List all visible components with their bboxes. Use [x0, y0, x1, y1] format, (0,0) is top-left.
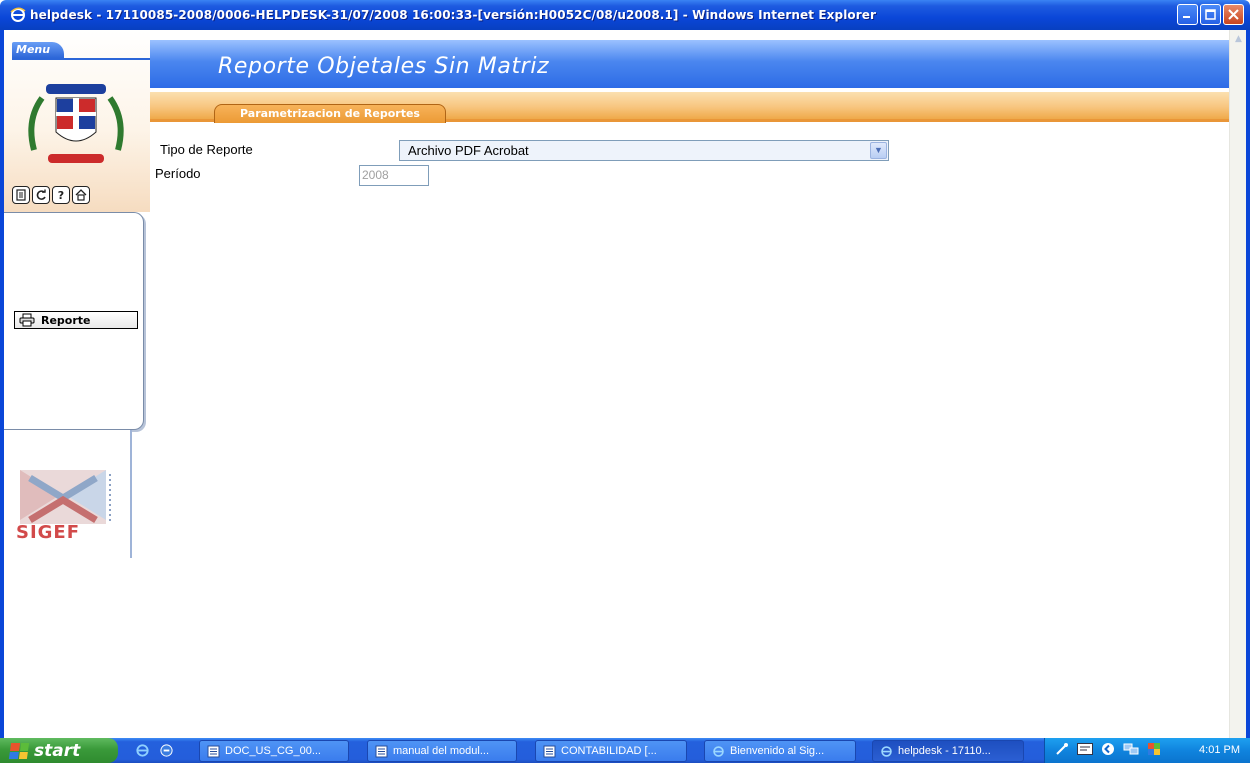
- browser-quicklaunch-icon[interactable]: [158, 742, 174, 758]
- start-label: start: [34, 740, 81, 761]
- ie-icon: [879, 744, 893, 758]
- menu-items-panel: Reporte: [4, 212, 144, 430]
- close-window-button[interactable]: [1223, 4, 1244, 25]
- maximize-button[interactable]: [1200, 4, 1221, 25]
- scroll-up-icon[interactable]: ▲: [1230, 30, 1247, 47]
- periodo-label: Período: [155, 166, 201, 181]
- security-tray-icon[interactable]: [1147, 742, 1161, 759]
- internet-explorer-icon: [10, 7, 26, 23]
- refresh-icon[interactable]: [32, 186, 50, 204]
- menu-divider: [12, 58, 150, 60]
- taskbar-item-label: helpdesk - 17110...: [898, 745, 991, 757]
- menu-tab[interactable]: Menu: [12, 42, 64, 58]
- tab-parametrizacion-reportes[interactable]: Parametrizacion de Reportes: [214, 104, 446, 123]
- periodo-input[interactable]: 2008: [359, 165, 429, 186]
- tool-tray-icon[interactable]: [1055, 742, 1069, 759]
- taskbar-item-label: CONTABILIDAD [...: [561, 745, 657, 757]
- network-tray-icon[interactable]: [1123, 742, 1139, 759]
- maximize-icon: [1205, 9, 1216, 20]
- printer-icon: [19, 313, 35, 327]
- sigef-logo-icon: [20, 470, 111, 524]
- chevron-down-icon[interactable]: ▼: [870, 142, 887, 159]
- language-tray-icon[interactable]: [1077, 743, 1093, 758]
- taskbar-item[interactable]: DOC_US_CG_00...: [199, 740, 349, 762]
- word-doc-icon: [542, 744, 556, 758]
- word-doc-icon: [206, 744, 220, 758]
- taskbar-item-label: manual del modul...: [393, 745, 489, 757]
- close-icon: [1228, 9, 1239, 20]
- collapse-tray-icon[interactable]: [1101, 742, 1115, 759]
- document-icon[interactable]: [12, 186, 30, 204]
- tipo-reporte-label: Tipo de Reporte: [160, 142, 253, 157]
- system-tray: 4:01 PM: [1044, 738, 1250, 763]
- menu-footer: SIGEF: [4, 430, 132, 558]
- taskbar-item[interactable]: CONTABILIDAD [...: [535, 740, 687, 762]
- page-title: Reporte Objetales Sin Matriz: [218, 54, 550, 79]
- taskbar-item[interactable]: manual del modul...: [367, 740, 517, 762]
- ie-quicklaunch-icon[interactable]: [134, 742, 150, 758]
- tipo-reporte-value: Archivo PDF Acrobat: [408, 143, 529, 158]
- ie-icon: [711, 744, 725, 758]
- sigef-logo-text: SIGEF: [16, 522, 81, 543]
- windows-logo-icon: [8, 742, 30, 759]
- taskbar-item-label: DOC_US_CG_00...: [225, 745, 321, 757]
- help-icon[interactable]: ?: [52, 186, 70, 204]
- vertical-scrollbar[interactable]: ▲: [1229, 30, 1246, 738]
- menu-item-label: Reporte: [41, 313, 91, 327]
- left-menu-panel: Menu ? Reporte SIGEF: [4, 30, 150, 558]
- minimize-icon: [1183, 16, 1190, 18]
- taskbar-item[interactable]: Bienvenido al Sig...: [704, 740, 856, 762]
- clock[interactable]: 4:01 PM: [1199, 744, 1240, 756]
- quick-launch: [134, 742, 174, 758]
- coat-of-arms-icon: [28, 84, 124, 163]
- window-frame-right: [1246, 30, 1250, 738]
- menu-header: Menu ?: [4, 30, 150, 212]
- start-button[interactable]: start: [0, 738, 118, 763]
- windows-taskbar: start DOC_US_CG_00... manual del modul..…: [0, 738, 1250, 763]
- word-doc-icon: [374, 744, 388, 758]
- taskbar-item-active[interactable]: helpdesk - 17110...: [872, 740, 1024, 762]
- menu-item-reporte[interactable]: Reporte: [14, 311, 138, 329]
- tipo-reporte-select[interactable]: Archivo PDF Acrobat ▼: [399, 140, 889, 161]
- taskbar-item-label: Bienvenido al Sig...: [730, 745, 825, 757]
- home-icon[interactable]: [72, 186, 90, 204]
- window-title: helpdesk - 17110085-2008/0006-HELPDESK-3…: [30, 8, 877, 22]
- minimize-button[interactable]: [1177, 4, 1198, 25]
- window-titlebar[interactable]: helpdesk - 17110085-2008/0006-HELPDESK-3…: [0, 0, 1250, 30]
